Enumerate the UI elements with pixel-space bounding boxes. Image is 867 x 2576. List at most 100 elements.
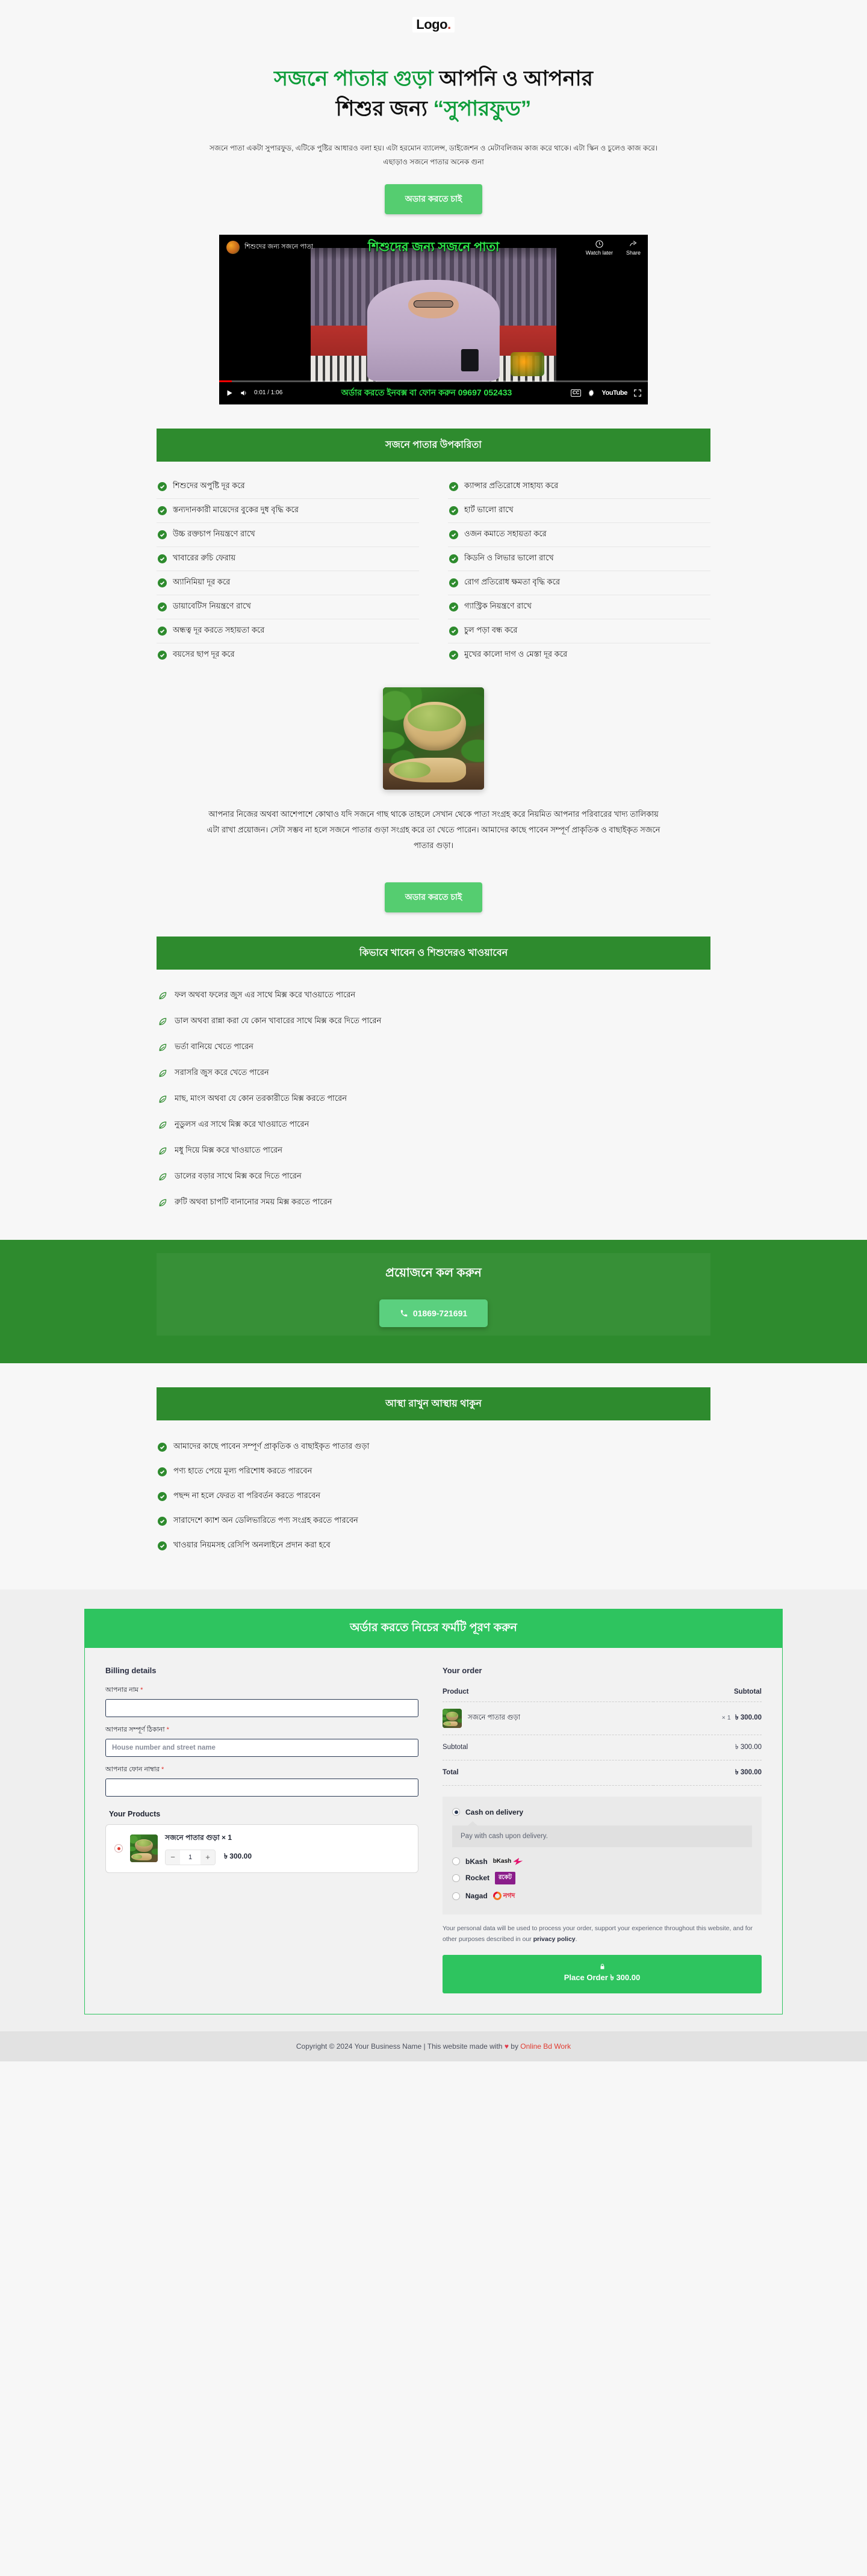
benefit-item: রোগ প্রতিরোধ ক্ষমতা বৃদ্ধি করে — [448, 571, 710, 595]
place-order-label: Place Order ৳ 300.00 — [564, 1972, 641, 1982]
col-subtotal-header: Subtotal — [653, 1684, 762, 1702]
required-asterisk: * — [161, 1765, 164, 1773]
order-product-subtotal-cell: × 1 ৳ 300.00 — [653, 1701, 762, 1735]
radio-rocket-icon[interactable] — [452, 1874, 460, 1882]
remove-item-button[interactable] — [114, 1844, 123, 1853]
howto-item: ডালের বড়ার সাথে মিক্স করে দিতে পারেন — [157, 1164, 710, 1190]
about-order-button[interactable]: অডার করতে চাই — [384, 882, 483, 912]
payment-bkash-label: bKash — [465, 1857, 488, 1866]
leaf-icon — [158, 1068, 167, 1078]
check-icon — [449, 626, 458, 636]
order-subtotal-row: Subtotal ৳ 300.00 — [443, 1735, 762, 1760]
hero-title-rest-1: আপনি ও আপনার — [433, 67, 593, 90]
presenter — [367, 280, 500, 382]
checkout-body: Billing details আপনার নাম * আপনার সম্পূর… — [85, 1648, 782, 2014]
hero-subtitle: সজনে পাতা একটা সুপারফুড, এটিকে পুষ্টির আ… — [210, 144, 657, 166]
product-image-section — [0, 687, 867, 790]
channel-watermark — [510, 351, 544, 376]
captions-button[interactable]: CC — [570, 389, 582, 397]
youtube-player[interactable]: শিশুদের জন্য সজনে পাতা Watch later Share… — [219, 234, 648, 404]
progress-bar[interactable] — [219, 380, 648, 382]
call-section: প্রয়োজনে কল করুন 01869-721691 — [0, 1239, 867, 1363]
footer-credit-link[interactable]: Online Bd Work — [520, 2042, 571, 2051]
payment-option-rocket[interactable]: Rocket রকেট — [452, 1869, 752, 1887]
privacy-end: . — [575, 1936, 577, 1943]
phone-prop — [461, 348, 479, 371]
phone-field-label: আপনার ফোন নাম্বার * — [105, 1765, 164, 1773]
hero-title-pre-2: শিশুর জন্য — [335, 96, 434, 120]
hero-title: সজনে পাতার গুড়া আপনি ও আপনার শিশুর জন্য… — [163, 64, 704, 123]
quantity-stepper[interactable]: − + — [165, 1849, 216, 1865]
call-inner: প্রয়োজনে কল করুন 01869-721691 — [157, 1252, 710, 1336]
video-controls[interactable]: 0:01 / 1:06 অর্ডার করতে ইনবক্স বা ফোন কর… — [219, 380, 648, 404]
benefit-label: হার্ট ভালো রাখে — [464, 504, 514, 514]
howto-item: মধু দিয়ে মিক্স করে খাওয়াতে পারেন — [157, 1138, 710, 1164]
cart-item-card: সজনে পাতার গুড়া × 1 − + ৳ 300.00 — [105, 1824, 418, 1873]
trust-item: খাওয়ার নিয়মসহ রেসিপি অনলাইনে প্রদান কর… — [157, 1534, 710, 1558]
leaf-icon — [158, 1172, 167, 1181]
call-phone-button[interactable]: 01869-721691 — [379, 1299, 488, 1327]
nagad-logo-text: নগদ — [503, 1892, 515, 1899]
phone-icon — [400, 1310, 408, 1316]
volume-icon[interactable] — [240, 389, 248, 397]
benefit-item: ক্যান্সার প্রতিরোধে সাহায্য করে — [448, 475, 710, 499]
benefit-item: হার্ট ভালো রাখে — [448, 499, 710, 523]
quantity-input[interactable] — [180, 1850, 200, 1865]
benefit-item: খাবারের রুচি ফেরায় — [157, 547, 419, 571]
privacy-policy-link[interactable]: privacy policy — [533, 1936, 576, 1943]
privacy-note: Your personal data will be used to proce… — [443, 1923, 762, 1945]
call-phone-number: 01869-721691 — [412, 1308, 468, 1318]
order-column: Your order Product Subtotal সজনে পাতার গ… — [443, 1666, 762, 1993]
check-icon — [158, 554, 167, 563]
name-input[interactable] — [105, 1698, 418, 1717]
payment-option-bkash[interactable]: bKash bKash — [452, 1854, 752, 1869]
howto-list: ফল অথবা ফলের জুস এর সাথে মিক্স করে খাওয়… — [157, 983, 710, 1216]
leaf-icon — [158, 1017, 167, 1026]
trust-label: সারাদেশে ক্যাশ অন ডেলিভারিতে পণ্য সংগ্রহ… — [173, 1515, 358, 1525]
bkash-bird-icon — [513, 1857, 523, 1865]
hero-order-button[interactable]: অডার করতে চাই — [384, 184, 483, 214]
order-product-wrap: সজনে পাতার গুড়া — [443, 1708, 653, 1728]
green-powder — [407, 705, 462, 732]
billing-details-title: Billing details — [105, 1665, 157, 1675]
quantity-decrease-button[interactable]: − — [166, 1850, 180, 1865]
check-icon — [158, 1541, 167, 1550]
payment-option-cod[interactable]: Cash on delivery — [452, 1805, 752, 1819]
radio-nagad-icon[interactable] — [452, 1892, 460, 1900]
leaf-icon — [158, 1094, 167, 1104]
progress-fill — [219, 380, 232, 382]
benefits-grid: শিশুদের অপুষ্টি দূর করে স্তন্যদানকারী মা… — [157, 475, 710, 667]
howto-label: ডাল অথবা রান্না করা যে কোন খাবারের সাথে … — [175, 1015, 382, 1025]
radio-cod-icon[interactable] — [452, 1808, 460, 1816]
howto-heading: কিভাবে খাবেন ও শিশুদেরও খাওয়াবেন — [157, 936, 710, 970]
fullscreen-icon[interactable] — [633, 389, 642, 397]
howto-item: রুটি অথবা চাপটি বানানোর সময় মিক্স করতে … — [157, 1190, 710, 1216]
howto-label: ডালের বড়ার সাথে মিক্স করে দিতে পারেন — [175, 1171, 302, 1180]
phone-input[interactable] — [105, 1778, 418, 1797]
howto-label: ভর্তা বানিয়ে খেতে পারেন — [175, 1041, 253, 1051]
settings-gear-icon[interactable] — [587, 389, 595, 397]
place-order-button[interactable]: Place Order ৳ 300.00 — [443, 1954, 762, 1993]
youtube-logo[interactable]: YouTube — [601, 389, 627, 397]
payment-cod-label: Cash on delivery — [465, 1807, 524, 1816]
heart-icon: ♥ — [504, 2042, 509, 2051]
radio-bkash-icon[interactable] — [452, 1857, 460, 1866]
trust-label: খাওয়ার নিয়মসহ রেসিপি অনলাইনে প্রদান কর… — [173, 1540, 331, 1549]
phone-field-group: আপনার ফোন নাম্বার * — [105, 1764, 418, 1797]
order-product-row: সজনে পাতার গুড়া × 1 ৳ 300.00 — [443, 1701, 762, 1735]
benefit-label: কিডনি ও লিভার ভালো রাখে — [464, 553, 554, 562]
quantity-increase-button[interactable]: + — [200, 1850, 215, 1865]
site-logo[interactable]: Logo. — [412, 17, 455, 33]
check-icon — [449, 578, 458, 587]
cod-description: Pay with cash upon delivery. — [452, 1821, 752, 1847]
play-icon[interactable] — [225, 389, 234, 397]
benefit-item: গ্যাস্ট্রিক নিয়ন্ত্রণে রাখে — [448, 595, 710, 619]
your-order-title: Your order — [443, 1665, 482, 1675]
address-input[interactable] — [105, 1738, 418, 1757]
benefit-item: স্তন্যদানকারী মায়েদের বুকের দুধ বৃদ্ধি … — [157, 499, 419, 523]
benefit-label: খাবারের রুচি ফেরায় — [173, 553, 236, 562]
benefit-label: অ্যানিমিয়া দূর করে — [173, 577, 231, 586]
payment-option-nagad[interactable]: Nagad নগদ — [452, 1887, 752, 1905]
howto-label: মধু দিয়ে মিক্স করে খাওয়াতে পারেন — [175, 1145, 282, 1154]
benefits-column-left: শিশুদের অপুষ্টি দূর করে স্তন্যদানকারী মা… — [157, 475, 419, 667]
